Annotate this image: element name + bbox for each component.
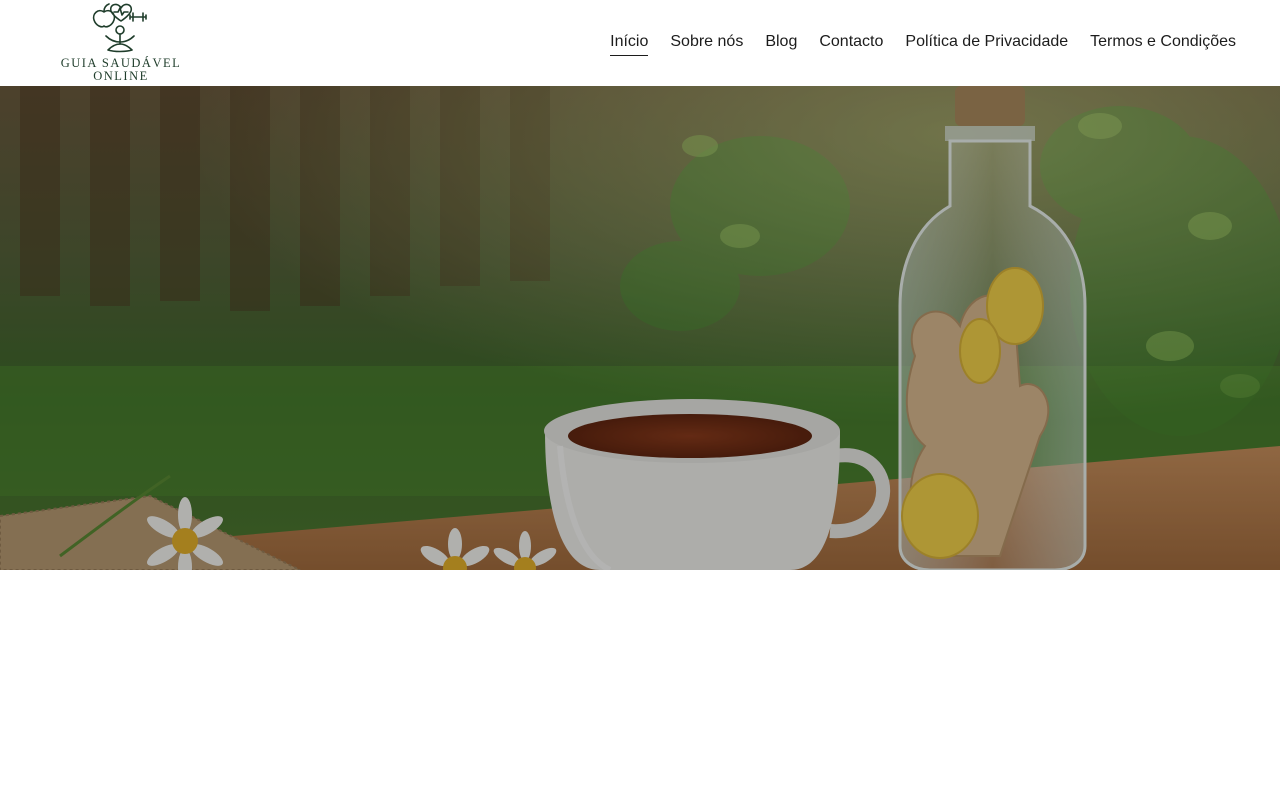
content-area: [0, 570, 1280, 800]
nav-link-blog[interactable]: Blog: [765, 31, 797, 56]
nav-link-termos-condicoes[interactable]: Termos e Condições: [1090, 31, 1236, 56]
healthy-lifestyle-logo-icon: GUIA SAUDÁVEL ONLINE: [61, 3, 182, 83]
logo-line1: GUIA SAUDÁVEL: [61, 56, 182, 70]
tea-cup-and-ginger-bottle-photo: [0, 86, 1280, 570]
site-logo[interactable]: GUIA SAUDÁVEL ONLINE: [56, 0, 186, 84]
hero-banner: [0, 86, 1280, 570]
logo-line2: ONLINE: [93, 69, 149, 83]
nav-link-inicio[interactable]: Início: [610, 31, 649, 56]
nav-link-sobre-nos[interactable]: Sobre nós: [670, 31, 743, 56]
main-nav: Início Sobre nós Blog Contacto Política …: [610, 0, 1236, 86]
site-header: GUIA SAUDÁVEL ONLINE Início Sobre nós Bl…: [0, 0, 1280, 86]
nav-link-politica-privacidade[interactable]: Política de Privacidade: [905, 31, 1068, 56]
nav-link-contacto[interactable]: Contacto: [819, 31, 883, 56]
